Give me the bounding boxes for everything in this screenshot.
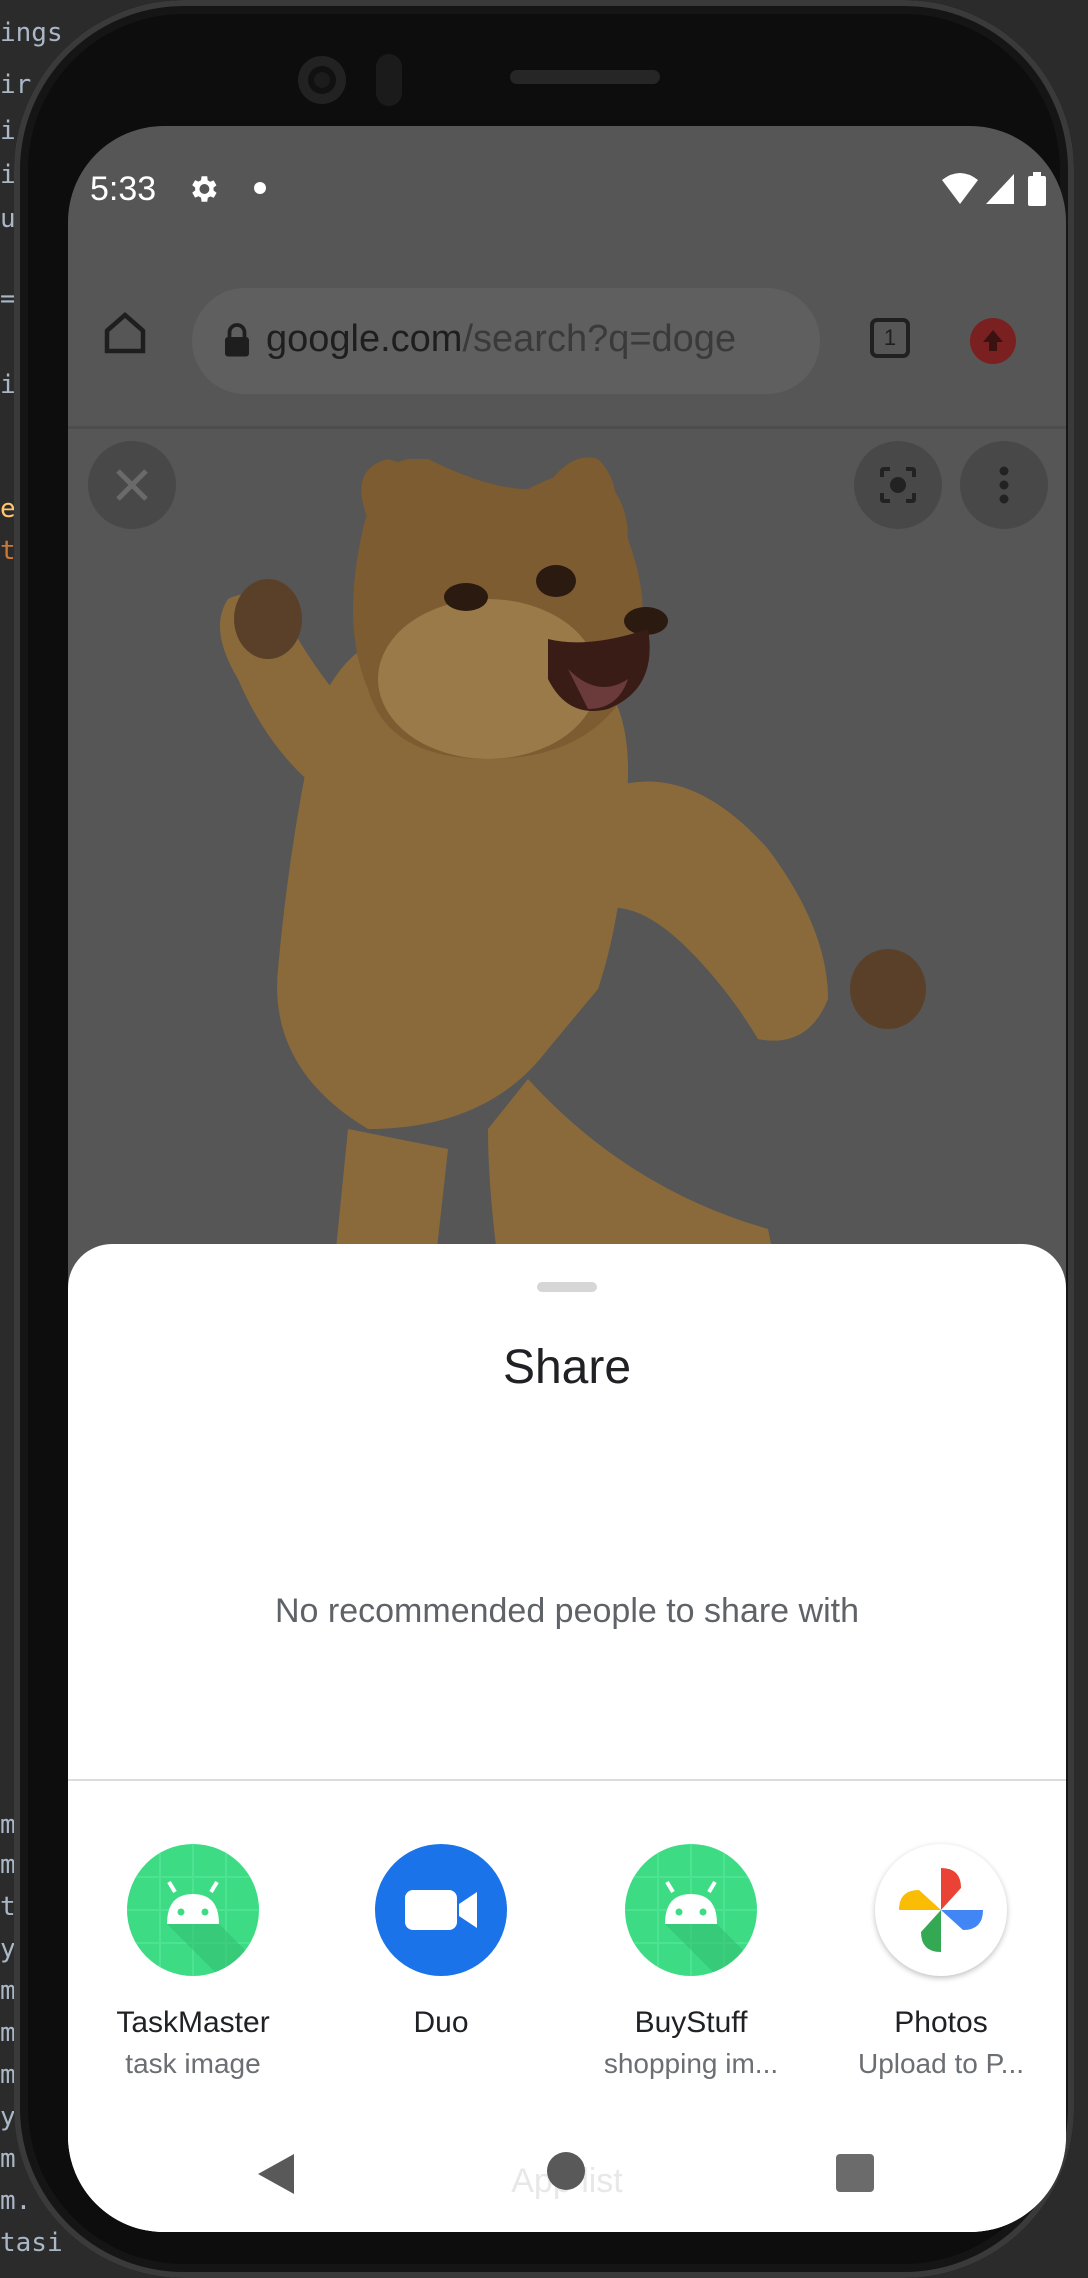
app-name: TaskMaster xyxy=(116,2006,270,2039)
app-subtitle: shopping im... xyxy=(603,2048,779,2079)
sheet-divider xyxy=(68,1779,1066,1781)
back-icon[interactable] xyxy=(256,2152,296,2196)
photos-pinwheel-icon xyxy=(875,1844,1007,1976)
share-target-taskmaster[interactable]: TaskMaster task image xyxy=(68,1844,318,2080)
app-name: Photos xyxy=(894,2006,988,2039)
status-bar: 5:33 xyxy=(68,126,1066,246)
navigation-bar: App list xyxy=(68,2116,1066,2232)
app-name: BuyStuff xyxy=(634,2006,748,2039)
more-options-icon[interactable] xyxy=(960,441,1048,529)
android-icon xyxy=(127,1844,259,1976)
app-name: Duo xyxy=(413,2006,469,2039)
duo-video-icon xyxy=(375,1844,507,1976)
gear-icon xyxy=(192,176,217,202)
url-path: /search?q=doge xyxy=(462,318,737,360)
share-target-duo[interactable]: Duo xyxy=(316,1844,566,2048)
tab-switcher-button[interactable]: 1 xyxy=(870,318,910,358)
url-host: google.com xyxy=(266,318,463,360)
cell-signal-icon xyxy=(986,174,1014,204)
share-sheet: Share No recommended people to share wit… xyxy=(68,1244,1066,2232)
no-recommendations-text: No recommended people to share with xyxy=(275,1592,859,1630)
earpiece-speaker xyxy=(510,70,660,84)
battery-icon xyxy=(1028,172,1046,206)
close-icon[interactable] xyxy=(88,441,176,529)
ide-code-fragment: ir xyxy=(0,70,32,100)
url-bar[interactable]: google.com/search?q=doge xyxy=(192,288,820,394)
ide-code-fragment: tasi xyxy=(0,2228,63,2258)
proximity-sensor xyxy=(376,54,402,106)
home-nav-icon[interactable] xyxy=(547,2152,585,2190)
status-right-icons xyxy=(942,172,1046,206)
phone-frame: 5:33 google.com/search?q=doge 1 Share No… xyxy=(14,0,1074,2278)
front-camera xyxy=(298,56,346,104)
ide-code-fragment: m. xyxy=(0,2186,32,2216)
app-subtitle: Upload to P... xyxy=(857,2048,1025,2079)
status-time: 5:33 xyxy=(90,170,157,208)
android-icon xyxy=(625,1844,757,1976)
ide-code-fragment: m xyxy=(0,2144,16,2174)
device-screen: 5:33 google.com/search?q=doge 1 Share No… xyxy=(68,126,1066,2232)
browser-toolbar: google.com/search?q=doge 1 xyxy=(68,276,1066,406)
drag-handle[interactable] xyxy=(537,1282,597,1292)
recents-icon[interactable] xyxy=(836,2154,874,2192)
url-text: google.com/search?q=doge xyxy=(266,318,786,361)
share-target-buystuff[interactable]: BuyStuff shopping im... xyxy=(566,1844,816,2080)
lock-icon xyxy=(225,323,249,357)
app-subtitle: task image xyxy=(125,2048,261,2079)
home-icon[interactable] xyxy=(98,306,152,360)
wifi-icon xyxy=(942,173,978,204)
notification-dot xyxy=(254,182,266,194)
ide-code-fragment: ings xyxy=(0,18,63,48)
share-target-photos[interactable]: Photos Upload to P... xyxy=(816,1844,1066,2080)
upload-icon[interactable] xyxy=(970,318,1016,364)
share-title: Share xyxy=(502,1341,632,1394)
ide-code-fragment: i xyxy=(0,116,16,146)
lens-search-icon[interactable] xyxy=(854,441,942,529)
